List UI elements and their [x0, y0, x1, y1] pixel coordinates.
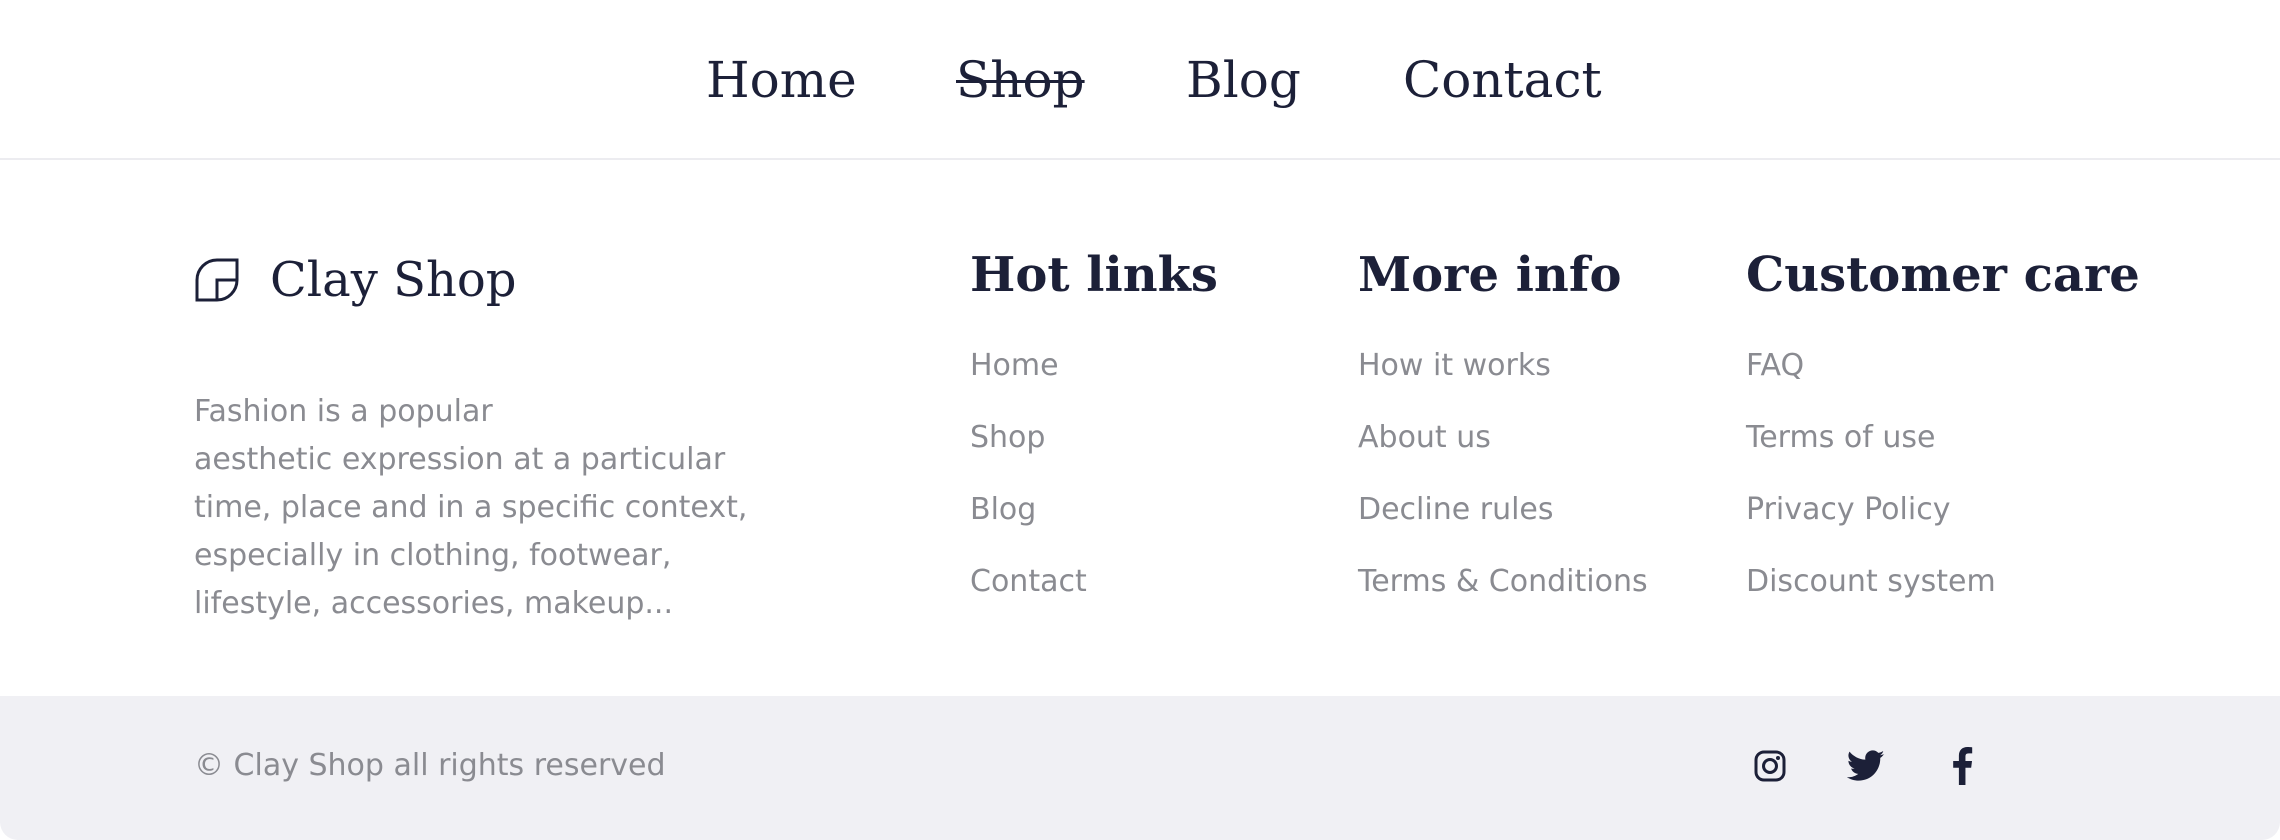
instagram-icon[interactable] [1748, 744, 1792, 788]
footer-link-faq[interactable]: FAQ [1746, 330, 2140, 402]
footer-link-privacy-policy[interactable]: Privacy Policy [1746, 474, 2140, 546]
column-title: Hot links [970, 247, 1218, 303]
brand-name: Clay Shop [270, 252, 517, 308]
nav-item-shop[interactable]: Shop [956, 50, 1085, 110]
footer-link-terms-conditions[interactable]: Terms & Conditions [1358, 546, 1648, 618]
copyright-text: © Clay Shop all rights reserved [194, 748, 666, 783]
footer-link-contact[interactable]: Contact [970, 546, 1218, 618]
facebook-icon[interactable] [1940, 744, 1984, 788]
footer-link-terms-of-use[interactable]: Terms of use [1746, 402, 2140, 474]
footer-link-how-it-works[interactable]: How it works [1358, 330, 1648, 402]
brand-description: Fashion is a popular aesthetic expressio… [194, 394, 748, 621]
footer-link-decline-rules[interactable]: Decline rules [1358, 474, 1648, 546]
footer-bottom-bar: © Clay Shop all rights reserved [0, 696, 2280, 840]
nav-item-home[interactable]: Home [706, 50, 857, 110]
quarter-circle-logo-icon [195, 258, 239, 302]
footer-column-customer-care: Customer care FAQ Terms of use Privacy P… [1746, 240, 2140, 618]
footer-link-about-us[interactable]: About us [1358, 402, 1648, 474]
twitter-icon[interactable] [1844, 744, 1888, 788]
column-title: Customer care [1746, 247, 2140, 303]
footer-column-more-info: More info How it works About us Decline … [1358, 240, 1648, 618]
footer-link-discount-system[interactable]: Discount system [1746, 546, 2140, 618]
footer-brand[interactable]: Clay Shop [194, 245, 517, 315]
top-nav: Home Shop Blog Contact [0, 0, 2280, 160]
nav-item-blog[interactable]: Blog [1186, 50, 1301, 110]
footer-column-hot-links: Hot links Home Shop Blog Contact [970, 240, 1218, 618]
column-title: More info [1358, 247, 1622, 303]
page: Home Shop Blog Contact Clay Shop Fashion… [0, 0, 2280, 840]
footer-link-shop[interactable]: Shop [970, 402, 1218, 474]
nav-item-contact[interactable]: Contact [1403, 50, 1602, 110]
footer-link-blog[interactable]: Blog [970, 474, 1218, 546]
footer-link-home[interactable]: Home [970, 330, 1218, 402]
